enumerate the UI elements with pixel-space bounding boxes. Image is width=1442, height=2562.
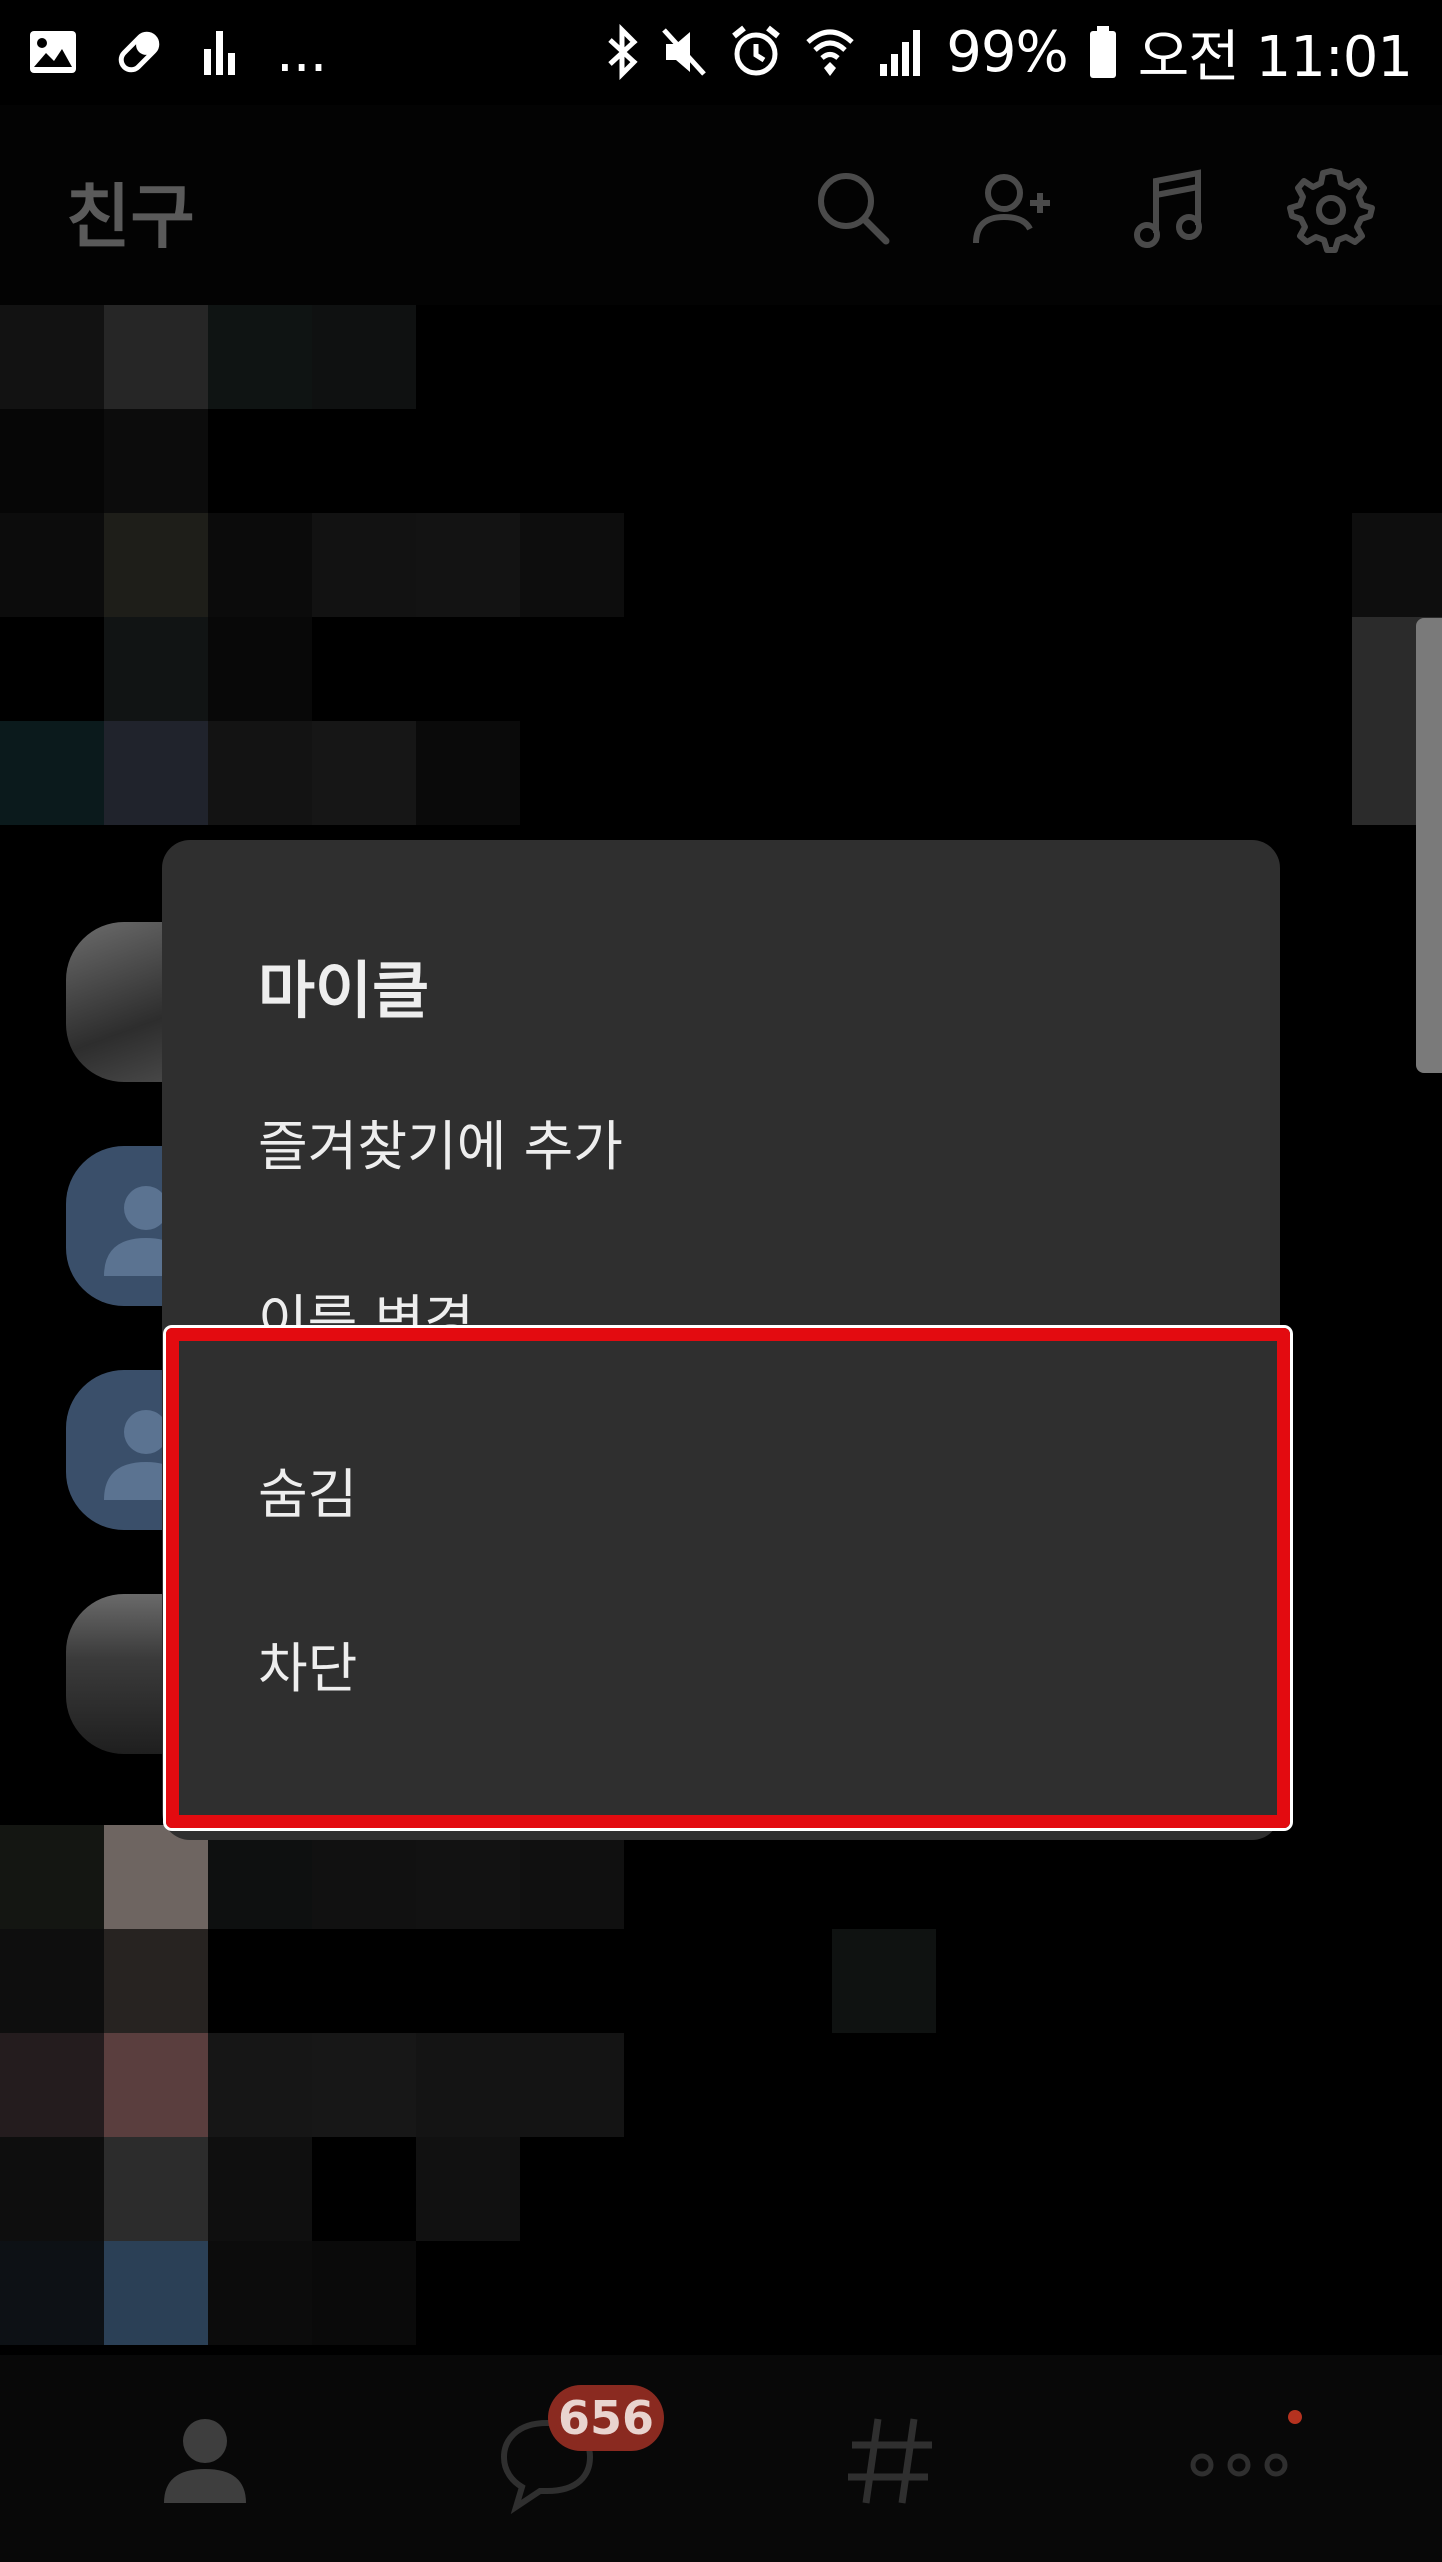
alarm-icon [728, 24, 784, 80]
tab-friends[interactable] [140, 2395, 270, 2525]
pill-icon [114, 27, 164, 77]
wifi-icon [804, 24, 856, 80]
menu-item-hide-label[interactable]: 숨김 [258, 1450, 357, 1529]
battery-percent: 99% [946, 19, 1068, 85]
search-icon[interactable] [808, 163, 898, 253]
bottom-nav [0, 2355, 1442, 2562]
hashtag-icon [848, 2418, 932, 2504]
music-icon[interactable] [1126, 163, 1216, 253]
battery-icon [1088, 24, 1118, 80]
dialog-title: 마이클 [258, 954, 430, 1027]
status-ellipsis: ... [276, 19, 327, 85]
gallery-icon [28, 29, 78, 75]
tab-more[interactable] [1174, 2395, 1304, 2525]
status-right: 99% 오전 11:01 [604, 14, 1413, 90]
scrollbar[interactable] [1416, 618, 1442, 1073]
app-header: 친구 [0, 105, 1442, 305]
status-bar: ... 99% 오전 11:01 [0, 0, 1442, 105]
cell-signal-icon [876, 24, 926, 80]
signal-bars-icon [200, 27, 240, 77]
bluetooth-icon [604, 24, 640, 80]
status-left: ... [28, 19, 327, 85]
add-friend-icon[interactable] [968, 163, 1058, 253]
chat-unread-badge: 656 [548, 2385, 665, 2451]
person-icon [164, 2419, 246, 2503]
status-time: 오전 11:01 [1137, 24, 1413, 90]
more-icon [1190, 2453, 1288, 2477]
more-notification-dot [1288, 2410, 1302, 2424]
tab-hashtag[interactable] [826, 2395, 956, 2525]
menu-item-add-favorite[interactable]: 즐겨찾기에 추가 [258, 1102, 623, 1181]
mute-icon [660, 24, 708, 80]
gear-icon[interactable] [1286, 163, 1376, 253]
menu-item-block-label[interactable]: 차단 [258, 1624, 357, 1703]
highlight-fill [179, 1341, 1277, 1815]
page-title: 친구 [66, 176, 195, 258]
